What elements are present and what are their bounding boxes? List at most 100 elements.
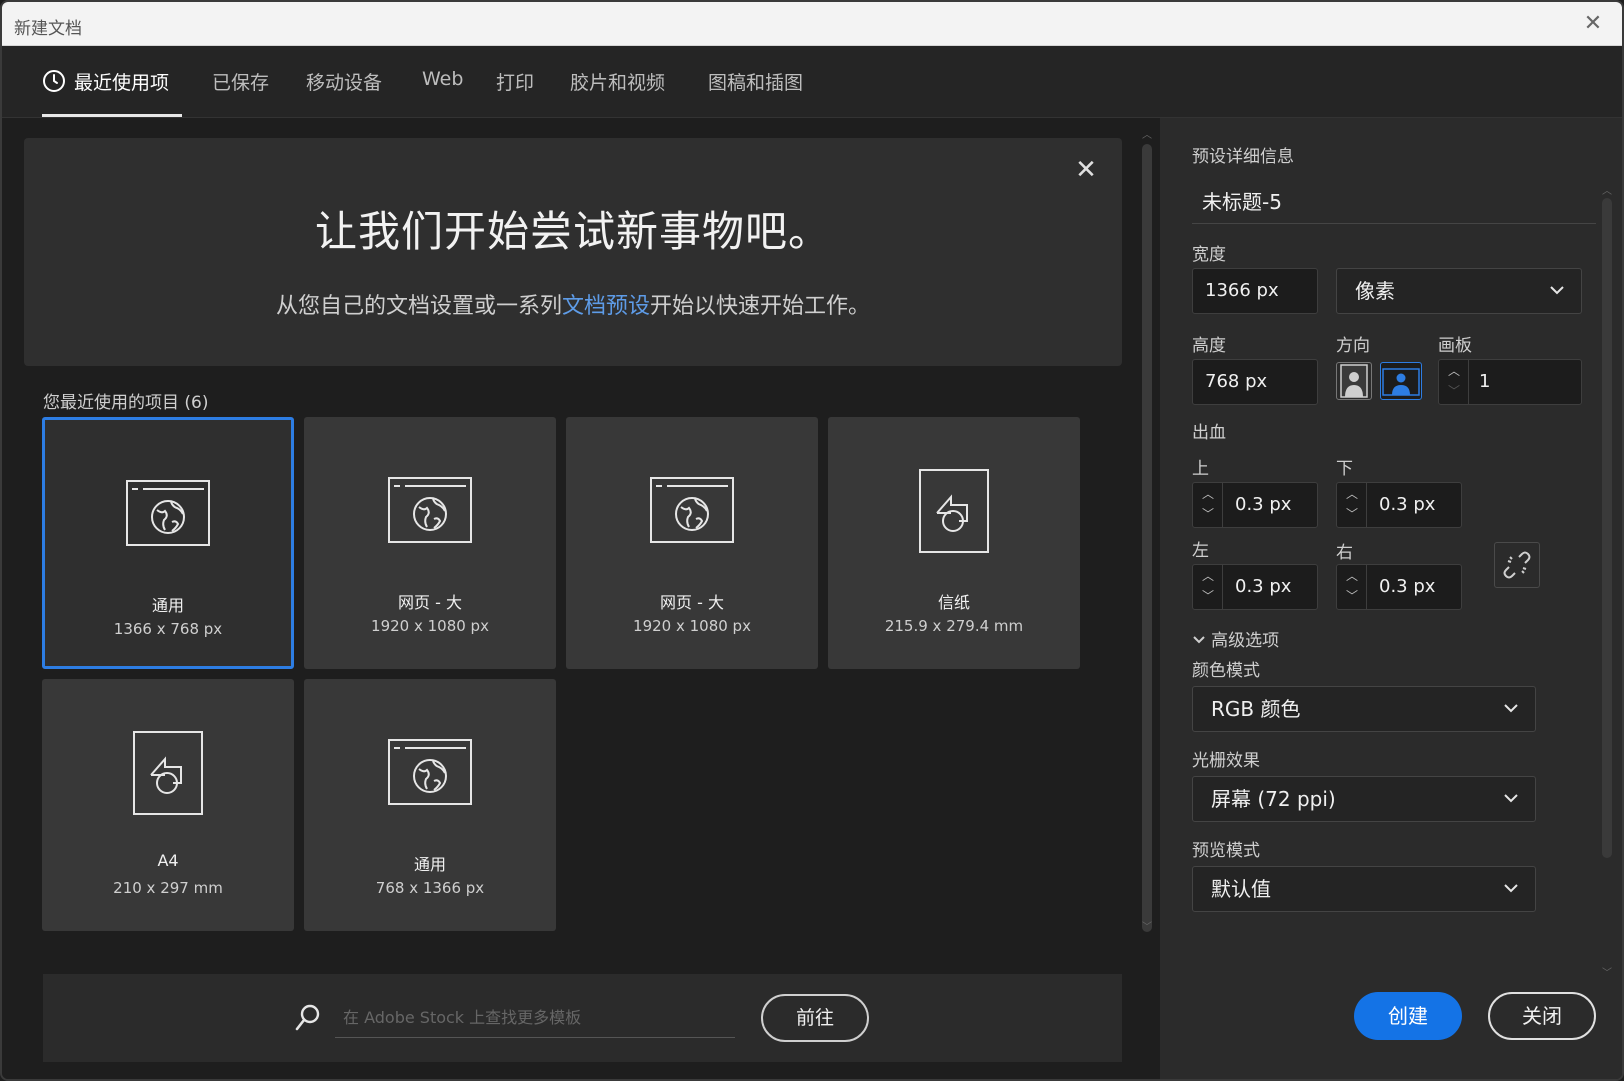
category-tabs: 最近使用项 已保存 移动设备 Web 打印 胶片和视频 图稿和插图 bbox=[2, 46, 1622, 118]
bleed-top-value: 0.3 px bbox=[1235, 494, 1292, 515]
presets-link[interactable]: 文档预设 bbox=[562, 294, 650, 319]
bleed-right-stepper[interactable]: ︿ ﹀ 0.3 px bbox=[1336, 564, 1462, 610]
banner-text-after: 开始以快速开始工作。 bbox=[650, 294, 871, 319]
raster-effects-select[interactable]: 屏幕 (72 ppi) bbox=[1192, 776, 1536, 822]
preview-mode-select[interactable]: 默认值 bbox=[1192, 866, 1536, 912]
scroll-down-icon[interactable]: ﹀ bbox=[1140, 918, 1154, 933]
window-close-icon[interactable]: ✕ bbox=[1578, 10, 1608, 38]
go-button[interactable]: 前往 bbox=[761, 994, 869, 1042]
banner-text: 从您自己的文档设置或一系列文档预设开始以快速开始工作。 bbox=[24, 288, 1122, 320]
width-input[interactable]: 1366 px bbox=[1192, 268, 1318, 314]
increment-icon[interactable]: ︿ bbox=[1193, 567, 1223, 584]
tab-art-illustration[interactable]: 图稿和插图 bbox=[708, 68, 803, 118]
welcome-banner: ✕ 让我们开始尝试新事物吧。 从您自己的文档设置或一系列文档预设开始以快速开始工… bbox=[24, 138, 1122, 366]
decrement-icon[interactable]: ﹀ bbox=[1193, 505, 1223, 522]
artboard-stepper[interactable]: ︿ ﹀ 1 bbox=[1438, 359, 1582, 405]
search-icon bbox=[295, 1004, 320, 1031]
title-bar: 新建文档 ✕ bbox=[2, 2, 1622, 46]
stepper-arrows[interactable]: ︿ ﹀ bbox=[1193, 565, 1223, 609]
unit-value: 像素 bbox=[1355, 279, 1395, 303]
bleed-top-stepper[interactable]: ︿ ﹀ 0.3 px bbox=[1192, 482, 1318, 528]
increment-icon[interactable]: ︿ bbox=[1337, 567, 1367, 584]
create-button[interactable]: 创建 bbox=[1354, 992, 1462, 1040]
document-name-input[interactable]: 未标题-5 bbox=[1192, 180, 1596, 224]
preset-dimensions: 215.9 x 279.4 mm bbox=[884, 617, 1024, 635]
tab-saved[interactable]: 已保存 bbox=[212, 68, 269, 118]
scroll-down-icon[interactable]: ﹀ bbox=[1600, 964, 1614, 979]
stepper-arrows[interactable]: ︿ ﹀ bbox=[1193, 483, 1223, 527]
tab-recent[interactable]: 最近使用项 bbox=[42, 68, 169, 118]
stepper-arrows[interactable]: ︿ ﹀ bbox=[1439, 360, 1469, 404]
height-input[interactable]: 768 px bbox=[1192, 359, 1318, 405]
tab-film-video[interactable]: 胶片和视频 bbox=[570, 68, 665, 118]
scrollbar-thumb[interactable] bbox=[1142, 144, 1152, 932]
decrement-icon[interactable]: ﹀ bbox=[1337, 505, 1367, 522]
stepper-arrows[interactable]: ︿ ﹀ bbox=[1337, 483, 1367, 527]
new-document-dialog: 新建文档 ✕ 最近使用项 已保存 移动设备 Web 打印 胶片和视频 图稿和插图… bbox=[0, 0, 1624, 1081]
tab-label: Web bbox=[422, 68, 464, 90]
chevron-down-icon bbox=[1550, 286, 1564, 295]
link-bleed-button[interactable] bbox=[1494, 542, 1540, 588]
print-document-icon bbox=[919, 469, 989, 553]
bleed-right-label: 右 bbox=[1336, 543, 1353, 563]
recent-item-card[interactable]: 信纸 215.9 x 279.4 mm bbox=[828, 417, 1080, 669]
scroll-up-icon[interactable]: ︿ bbox=[1140, 126, 1154, 141]
preset-name: 网页 - 大 bbox=[660, 593, 724, 612]
tab-label: 打印 bbox=[496, 72, 535, 94]
tab-label: 图稿和插图 bbox=[708, 72, 804, 94]
tab-mobile[interactable]: 移动设备 bbox=[306, 68, 382, 118]
unit-select[interactable]: 像素 bbox=[1336, 268, 1582, 314]
decrement-icon[interactable]: ﹀ bbox=[1337, 587, 1367, 604]
web-document-icon bbox=[388, 739, 472, 805]
preset-name: 通用 bbox=[151, 596, 184, 615]
color-mode-value: RGB 颜色 bbox=[1211, 697, 1301, 721]
preset-dimensions: 1920 x 1080 px bbox=[633, 617, 751, 635]
preset-name: 网页 - 大 bbox=[398, 593, 462, 612]
recent-item-card[interactable]: 通用 1366 x 768 px bbox=[42, 417, 294, 669]
tab-label: 胶片和视频 bbox=[570, 72, 666, 94]
recent-items-label: 您最近使用的项目 (6) bbox=[43, 393, 209, 413]
increment-icon[interactable]: ︿ bbox=[1193, 485, 1223, 502]
chevron-down-icon bbox=[1504, 794, 1518, 803]
web-document-icon bbox=[388, 477, 472, 543]
tab-web[interactable]: Web bbox=[422, 68, 463, 118]
tab-print[interactable]: 打印 bbox=[496, 68, 534, 118]
stock-search-bar: 在 Adobe Stock 上查找更多模板 前往 bbox=[43, 974, 1122, 1062]
landscape-orientation-button[interactable] bbox=[1380, 362, 1422, 400]
stepper-arrows[interactable]: ︿ ﹀ bbox=[1337, 565, 1367, 609]
bleed-top-label: 上 bbox=[1192, 459, 1209, 479]
close-button[interactable]: 关闭 bbox=[1488, 992, 1596, 1040]
recent-item-card[interactable]: 网页 - 大 1920 x 1080 px bbox=[566, 417, 818, 669]
preset-dimensions: 1366 x 768 px bbox=[113, 620, 223, 638]
print-document-icon bbox=[133, 731, 203, 815]
main-area: ✕ 让我们开始尝试新事物吧。 从您自己的文档设置或一系列文档预设开始以快速开始工… bbox=[2, 118, 1160, 1079]
orientation-label: 方向 bbox=[1336, 336, 1370, 356]
preview-mode-label: 预览模式 bbox=[1192, 841, 1260, 861]
bleed-left-stepper[interactable]: ︿ ﹀ 0.3 px bbox=[1192, 564, 1318, 610]
decrement-icon[interactable]: ﹀ bbox=[1439, 382, 1469, 399]
scroll-up-icon[interactable]: ︿ bbox=[1600, 182, 1614, 197]
stock-search-input[interactable]: 在 Adobe Stock 上查找更多模板 bbox=[335, 996, 735, 1038]
main-scrollbar[interactable]: ︿ ﹀ bbox=[1140, 126, 1154, 933]
scrollbar-thumb[interactable] bbox=[1602, 198, 1612, 858]
recent-item-card[interactable]: 网页 - 大 1920 x 1080 px bbox=[304, 417, 556, 669]
window-title: 新建文档 bbox=[14, 19, 82, 39]
bleed-bottom-stepper[interactable]: ︿ ﹀ 0.3 px bbox=[1336, 482, 1462, 528]
advanced-options-toggle[interactable]: 高级选项 bbox=[1192, 626, 1279, 651]
increment-icon[interactable]: ︿ bbox=[1439, 362, 1469, 379]
color-mode-select[interactable]: RGB 颜色 bbox=[1192, 686, 1536, 732]
preset-dimensions: 768 x 1366 px bbox=[375, 879, 485, 897]
artboard-label: 画板 bbox=[1438, 336, 1472, 356]
increment-icon[interactable]: ︿ bbox=[1337, 485, 1367, 502]
banner-headline: 让我们开始尝试新事物吧。 bbox=[314, 207, 831, 256]
artboard-value: 1 bbox=[1479, 371, 1491, 392]
web-document-icon bbox=[126, 480, 210, 546]
banner-close-icon[interactable]: ✕ bbox=[1072, 156, 1100, 184]
panel-scrollbar[interactable]: ︿ ﹀ bbox=[1600, 182, 1614, 979]
unlink-icon bbox=[1503, 551, 1531, 579]
recent-item-card[interactable]: 通用 768 x 1366 px bbox=[304, 679, 556, 931]
decrement-icon[interactable]: ﹀ bbox=[1193, 587, 1223, 604]
recent-item-card[interactable]: A4 210 x 297 mm bbox=[42, 679, 294, 931]
preset-name: A4 bbox=[157, 851, 179, 870]
portrait-orientation-button[interactable] bbox=[1336, 362, 1372, 400]
